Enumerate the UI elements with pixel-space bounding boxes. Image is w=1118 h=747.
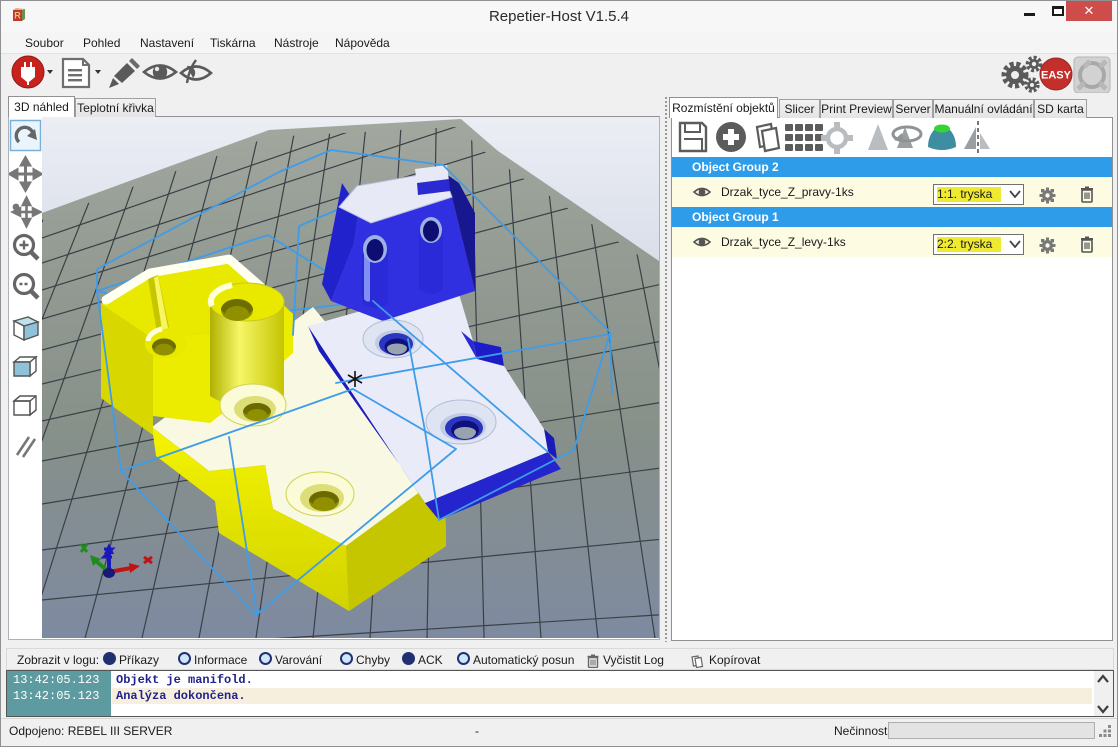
svg-text:EASY: EASY — [1041, 70, 1072, 82]
svg-text:R: R — [14, 11, 21, 21]
